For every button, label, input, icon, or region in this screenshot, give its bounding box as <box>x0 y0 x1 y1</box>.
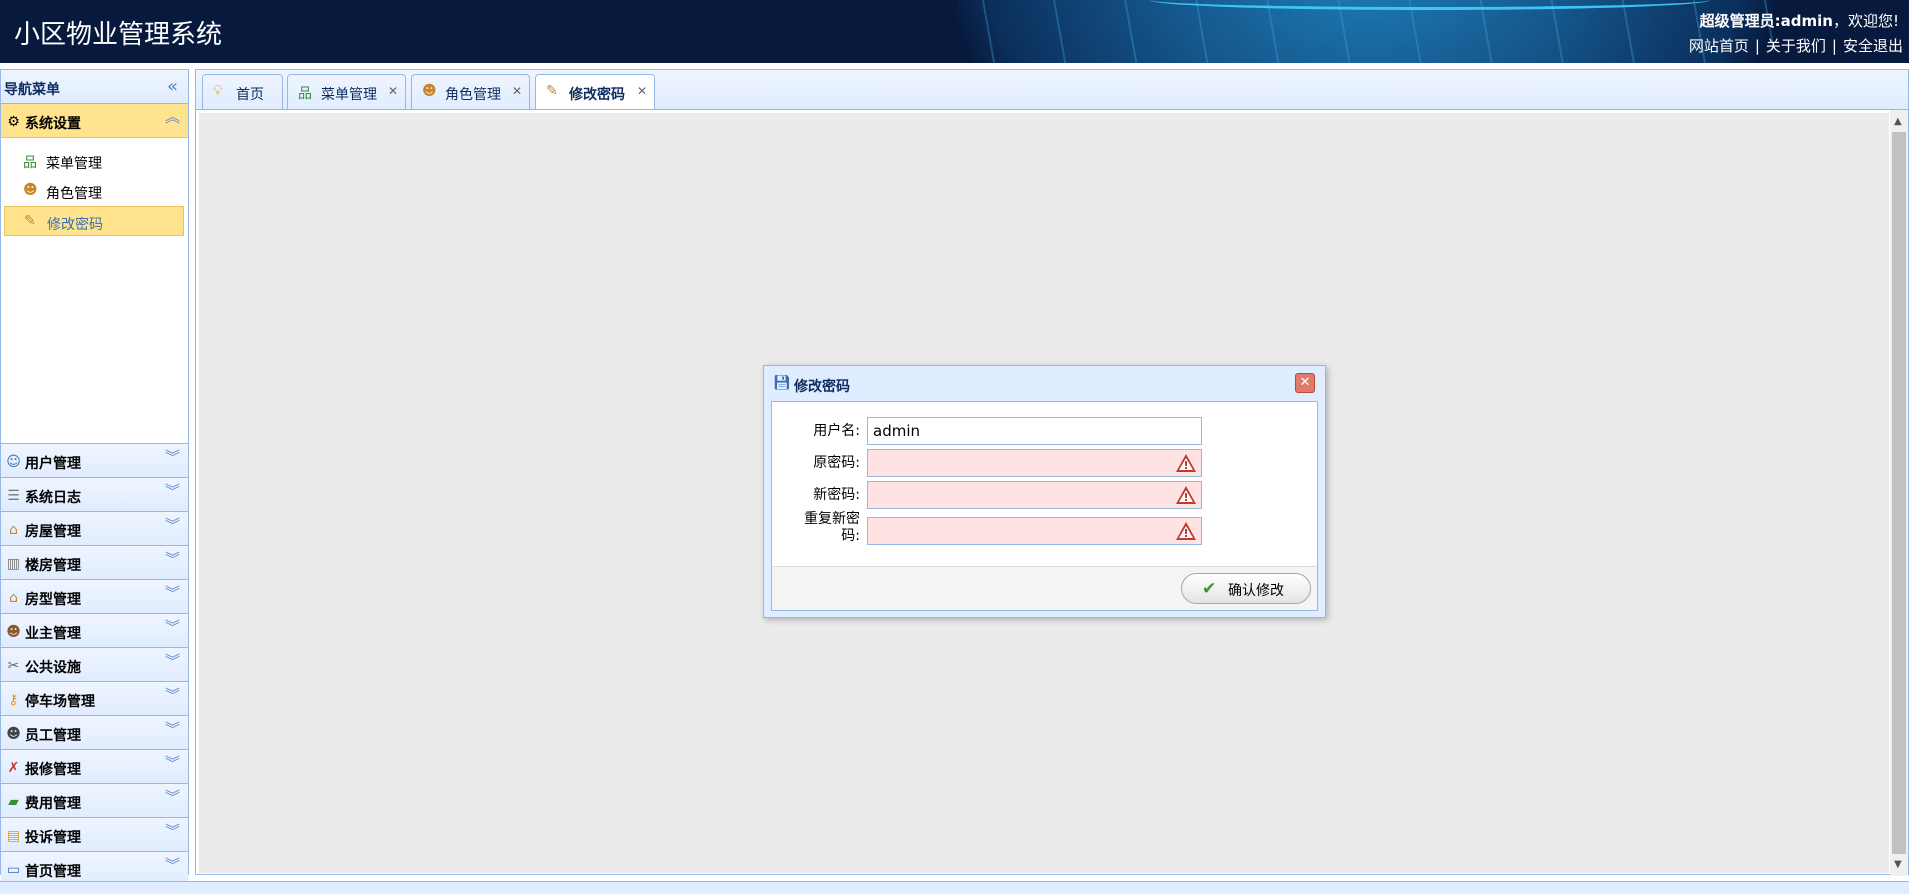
dialog-title: 修改密码 <box>794 379 850 395</box>
double-chevron-down-icon: ︾ <box>164 482 180 500</box>
repeat-password-field[interactable] <box>867 517 1202 545</box>
lightbulb-icon: 💡︎ <box>213 83 223 99</box>
double-chevron-down-icon: ︾ <box>164 788 180 806</box>
double-chevron-down-icon: ︾ <box>164 652 180 670</box>
close-icon[interactable]: ✕ <box>512 84 522 98</box>
repair-icon: ✗ <box>7 759 20 776</box>
sidebar-section-system-log[interactable]: ☰ 系统日志 ︾ <box>1 478 188 512</box>
tab-change-password[interactable]: ✎ 修改密码 ✕ <box>535 74 655 110</box>
double-chevron-down-icon: ︾ <box>164 720 180 738</box>
owner-icon: ☻ <box>6 623 21 640</box>
sidebar-section-complaint-manage[interactable]: ▤ 投诉管理 ︾ <box>1 818 188 852</box>
check-icon: ✔ <box>1202 579 1217 599</box>
warning-icon <box>1176 522 1196 540</box>
old-password-field[interactable] <box>867 449 1202 477</box>
sidebar-item-change-password[interactable]: ✎ 修改密码 <box>4 206 184 236</box>
sitemap-icon: 品 <box>23 155 37 171</box>
app-footer <box>0 881 1909 894</box>
sidebar-section-system-settings[interactable]: ⚙ 系统设置 ︽ <box>1 104 188 138</box>
scroll-up-icon[interactable]: ▲ <box>1894 116 1902 127</box>
staff-icon: ☻ <box>6 725 21 742</box>
link-logout[interactable]: 安全退出 <box>1843 37 1903 55</box>
double-chevron-down-icon: ︾ <box>164 822 180 840</box>
save-icon: 💾︎ <box>773 375 791 391</box>
sidebar-section-house-type[interactable]: ⌂ 房型管理 ︾ <box>1 580 188 614</box>
system-settings-body: 品 菜单管理 ☻ 角色管理 ✎ 修改密码 <box>1 146 188 444</box>
warning-icon <box>1176 486 1196 504</box>
tools-icon: ✂ <box>7 657 20 674</box>
header-links: 网站首页 | 关于我们 | 安全退出 <box>1688 37 1903 55</box>
sidebar-header: 导航菜单 « <box>1 70 188 104</box>
house-icon: ⌂ <box>9 521 18 538</box>
tab-menu-manage[interactable]: 品 菜单管理 ✕ <box>287 74 406 109</box>
double-chevron-down-icon: ︾ <box>164 856 180 874</box>
dialog-footer: ✔ 确认修改 <box>771 566 1318 611</box>
homepage-icon: ▭ <box>6 861 21 878</box>
link-site-home[interactable]: 网站首页 <box>1689 37 1749 55</box>
app-title: 小区物业管理系统 <box>14 20 223 50</box>
close-icon[interactable]: ✕ <box>637 84 647 98</box>
nav-sidebar: 导航菜单 « ⚙ 系统设置 ︽ 品 菜单管理 ☻ 角色管理 ✎ 修改密码 ☺ 用户… <box>0 69 189 886</box>
new-password-field[interactable] <box>867 481 1202 509</box>
money-icon: ▰ <box>8 793 19 810</box>
form-row-repeat-password: 重复新密码: <box>772 511 1317 547</box>
app-header: 小区物业管理系统 超级管理员:admin，欢迎您! 网站首页 | 关于我们 | 安全退出 <box>0 0 1909 63</box>
sidebar-section-user-manage[interactable]: ☺ 用户管理 ︾ <box>1 444 188 478</box>
sitemap-icon: 品 <box>298 86 312 102</box>
warning-icon <box>1176 454 1196 472</box>
sidebar-section-house-manage[interactable]: ⌂ 房屋管理 ︾ <box>1 512 188 546</box>
double-chevron-down-icon: ︾ <box>164 618 180 636</box>
double-chevron-left-icon[interactable]: « <box>167 76 178 97</box>
building-icon: ▥ <box>6 555 21 572</box>
sidebar-section-repair-manage[interactable]: ✗ 报修管理 ︾ <box>1 750 188 784</box>
user-icon: ☺ <box>6 453 21 470</box>
sidebar-item-menu-manage[interactable]: 品 菜单管理 <box>4 146 184 176</box>
form-row-old-password: 原密码: <box>772 449 1317 479</box>
sidebar-item-role-manage[interactable]: ☻ 角色管理 <box>4 176 184 206</box>
users-icon: ☻ <box>422 83 437 99</box>
user-greeting: 超级管理员:admin，欢迎您! <box>1699 12 1899 30</box>
sidebar-title: 导航菜单 <box>4 82 60 98</box>
username-field[interactable] <box>867 417 1202 445</box>
double-chevron-down-icon: ︾ <box>164 516 180 534</box>
confirm-change-button[interactable]: ✔ 确认修改 <box>1181 573 1311 604</box>
dialog-titlebar[interactable]: 💾︎ 修改密码 ✕ <box>764 366 1325 401</box>
log-icon: ☰ <box>7 487 20 504</box>
scrollbar-thumb[interactable] <box>1892 132 1906 854</box>
users-icon: ☻ <box>23 182 38 198</box>
form-row-new-password: 新密码: <box>772 481 1317 511</box>
edit-password-icon: ✎ <box>546 83 558 99</box>
house-type-icon: ⌂ <box>9 589 18 606</box>
double-chevron-down-icon: ︾ <box>164 550 180 568</box>
vertical-scrollbar[interactable]: ▲ ▼ <box>1890 110 1908 876</box>
edit-password-icon: ✎ <box>24 213 36 229</box>
tab-home[interactable]: 💡︎ 首页 <box>202 74 283 109</box>
scroll-down-icon[interactable]: ▼ <box>1894 859 1902 870</box>
form-row-username: 用户名: <box>772 417 1317 447</box>
tab-role-manage[interactable]: ☻ 角色管理 ✕ <box>411 74 530 109</box>
gear-icon: ⚙ <box>7 113 20 130</box>
sidebar-section-owner-manage[interactable]: ☻ 业主管理 ︾ <box>1 614 188 648</box>
tab-strip: 💡︎ 首页 品 菜单管理 ✕ ☻ 角色管理 ✕ ✎ 修改密码 ✕ <box>195 69 1909 110</box>
sidebar-section-building-manage[interactable]: ▥ 楼房管理 ︾ <box>1 546 188 580</box>
dialog-body: 用户名: 原密码: 新密码: 重复新密码: <box>771 401 1318 566</box>
double-chevron-down-icon: ︾ <box>164 754 180 772</box>
sidebar-section-staff-manage[interactable]: ☻ 员工管理 ︾ <box>1 716 188 750</box>
username: admin <box>1780 12 1833 30</box>
change-password-dialog: 💾︎ 修改密码 ✕ 用户名: 原密码: 新密码: 重复新密码: ✔ 确认修改 <box>763 365 1326 618</box>
double-chevron-down-icon: ︾ <box>164 584 180 602</box>
link-about-us[interactable]: 关于我们 <box>1766 37 1826 55</box>
sidebar-section-public-facility[interactable]: ✂ 公共设施 ︾ <box>1 648 188 682</box>
double-chevron-down-icon: ︾ <box>164 448 180 466</box>
folder-icon: ▤ <box>6 827 21 844</box>
close-icon[interactable]: ✕ <box>388 84 398 98</box>
double-chevron-down-icon: ︾ <box>164 686 180 704</box>
sidebar-section-parking[interactable]: ⚷ 停车场管理 ︾ <box>1 682 188 716</box>
double-chevron-up-icon: ︽ <box>164 108 180 126</box>
close-icon[interactable]: ✕ <box>1295 373 1315 393</box>
keys-icon: ⚷ <box>8 691 19 708</box>
sidebar-section-fee-manage[interactable]: ▰ 费用管理 ︾ <box>1 784 188 818</box>
